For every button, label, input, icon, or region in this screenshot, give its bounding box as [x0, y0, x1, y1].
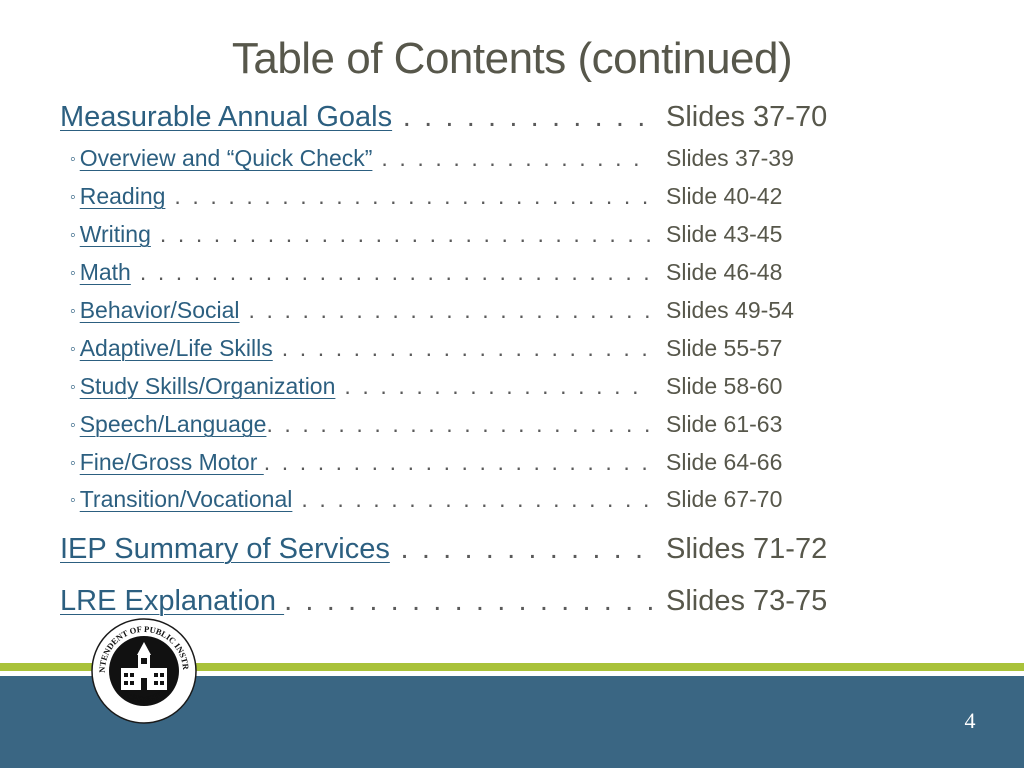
dot-leader: . . . . . . . . . . . . . . . . .	[372, 145, 650, 171]
slide-title: Table of Contents (continued)	[231, 34, 793, 83]
toc-link[interactable]: IEP Summary of Services	[60, 533, 390, 565]
dot-leader: . . . . . . . . . . . . . . . . . . . .	[344, 373, 650, 399]
bullet-icon: ◦	[70, 150, 76, 168]
slide-range: Slides 49-54	[666, 297, 794, 323]
dot-leader: . . . . . . . . . . . . . . . . . . . . …	[266, 411, 650, 437]
toc-link[interactable]: Study Skills/Organization	[80, 373, 336, 399]
toc-link[interactable]: Behavior/Social	[80, 297, 240, 323]
bullet-icon: ◦	[70, 302, 76, 320]
bullet-icon: ◦	[70, 188, 76, 206]
slide-range: Slide 43-45	[666, 221, 783, 247]
bullet-icon: ◦	[70, 416, 76, 434]
toc-link[interactable]: Overview and “Quick Check”	[80, 145, 373, 171]
slide-range: Slides 37-70	[666, 101, 828, 133]
toc-link[interactable]: Measurable Annual Goals	[60, 101, 392, 133]
toc-link[interactable]: Writing	[80, 221, 151, 247]
slide-range: Slide 55-57	[666, 335, 783, 361]
toc-link[interactable]: Reading	[80, 183, 166, 209]
slide-range: Slides 37-39	[666, 145, 794, 171]
bullet-icon: ◦	[70, 454, 76, 472]
toc-link[interactable]: Fine/Gross Motor	[80, 449, 264, 475]
dot-leader: . . . . . . . . . . . . . . . . . . . . …	[281, 335, 650, 361]
toc-link[interactable]: Math	[80, 259, 131, 285]
ospi-seal-logo: SUPERINTENDENT OF PUBLIC INSTRUCTION WAS…	[91, 618, 197, 724]
slide-range: Slide 40-42	[666, 183, 783, 209]
dot-leader: . . . . . . . . . . . . . . . . . . . . …	[301, 486, 650, 512]
toc-link[interactable]: LRE Explanation	[60, 585, 284, 617]
dot-leader: . . . . . . . . . . . . . . . . . . . . …	[248, 297, 650, 323]
bullet-icon: ◦	[70, 340, 76, 358]
dot-leader: . . . . . . . . . . . . . . . . . . . . …	[284, 585, 655, 617]
slide-range: Slide 67-70	[666, 486, 783, 512]
slide-range: Slide 58-60	[666, 373, 783, 399]
dot-leader: . . . . . . . . . . . . . .	[402, 101, 655, 133]
bullet-icon: ◦	[70, 264, 76, 282]
dot-leader: . . . . . . . . . . . . . . . . . . . . …	[174, 183, 650, 209]
toc-link[interactable]: Transition/Vocational	[80, 486, 293, 512]
slide-range: Slides 73-75	[666, 585, 828, 617]
toc-link[interactable]: Speech/Language	[80, 411, 267, 437]
slide-range: Slide 64-66	[666, 449, 783, 475]
bullet-icon: ◦	[70, 226, 76, 244]
toc-link[interactable]: Adaptive/Life Skills	[80, 335, 273, 361]
dot-leader: . . . . . . . . . . . . . . . . . . . . …	[139, 259, 650, 285]
page-number: 4	[964, 708, 976, 733]
dot-leader: . . . . . . . . . . . . . . . . . . . . …	[159, 221, 650, 247]
bullet-icon: ◦	[70, 491, 76, 509]
slide-range: Slides 71-72	[666, 533, 828, 565]
slide-range: Slide 61-63	[666, 411, 783, 437]
dot-leader: . . . . . . . . . . . . . . . . . . . . …	[263, 449, 650, 475]
bullet-icon: ◦	[70, 378, 76, 396]
slide-range: Slide 46-48	[666, 259, 783, 285]
dot-leader: . . . . . . . . . . . . . . . .	[400, 533, 655, 565]
